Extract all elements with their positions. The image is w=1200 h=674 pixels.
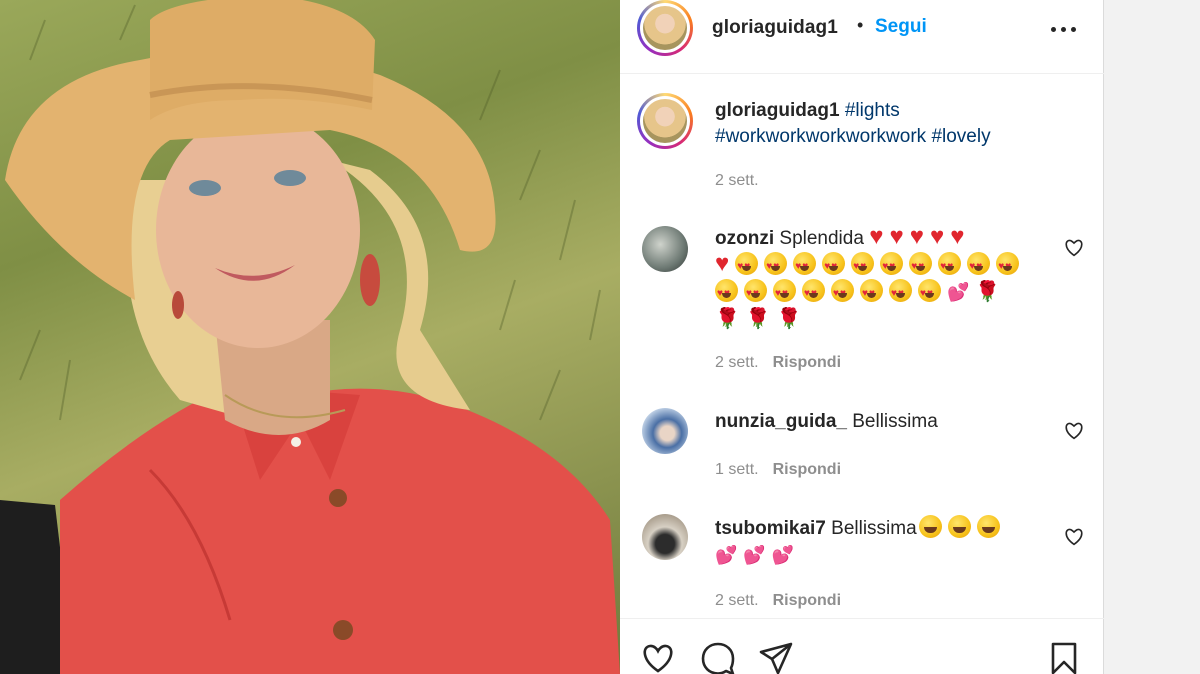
post-side-panel: gloriaguidag1 • Segui gloriaguidag1 #lig… [620, 0, 1104, 674]
comment-text: Bellissima [852, 411, 938, 432]
comment-username[interactable]: tsubomikai7 [715, 518, 826, 539]
comment-time: 2 sett. [715, 354, 759, 371]
hashtag-lights[interactable]: #lights [845, 100, 900, 121]
emoji-red-hearts: ♥ ♥ ♥ ♥ ♥ [869, 223, 965, 250]
comment: nunzia_guida_ Bellissima [715, 409, 1045, 435]
comment-time: 2 sett. [715, 592, 759, 609]
emoji-heart-eyes-row-2: 💕🌹 [715, 279, 1006, 307]
comment-icon[interactable] [700, 641, 736, 674]
emoji-pink-hearts: 💕 💕 💕 [715, 545, 795, 565]
reply-button[interactable]: Rispondi [773, 592, 841, 609]
comment-meta: 2 sett. Rispondi [715, 592, 841, 610]
comment-meta: 2 sett. Rispondi [715, 354, 841, 372]
comment-like-heart-icon[interactable] [1064, 422, 1084, 440]
post-photo[interactable] [0, 0, 620, 674]
comment-time: 1 sett. [715, 461, 759, 478]
comment-like-heart-icon[interactable] [1064, 239, 1084, 257]
bookmark-icon[interactable] [1049, 641, 1079, 674]
comment-like-heart-icon[interactable] [1064, 528, 1084, 546]
hashtag-lovely[interactable]: #lovely [931, 126, 990, 147]
author-username[interactable]: gloriaguidag1 [712, 17, 838, 39]
caption-timestamp: 2 sett. [715, 172, 759, 189]
emoji-heart-eyes-row: ♥ [715, 252, 1025, 280]
heart-icon[interactable] [640, 641, 676, 674]
comment-text: Splendida [779, 228, 864, 249]
reply-button[interactable]: Rispondi [773, 354, 841, 371]
emoji-roses: 🌹 🌹 🌹 [715, 308, 802, 330]
commenter-avatar[interactable] [642, 226, 688, 272]
commenter-avatar[interactable] [642, 408, 688, 454]
post-photo-illustration [0, 0, 620, 674]
comment-meta: 1 sett. Rispondi [715, 461, 841, 479]
post-caption: gloriaguidag1 #lights #workworkworkworkw… [715, 98, 1075, 150]
comment: ozonzi Splendida ♥♥♥♥♥ ♥ 💕🌹 🌹🌹🌹 [715, 223, 1045, 333]
caption-time: 2 sett. [715, 172, 759, 190]
author-avatar[interactable] [637, 0, 693, 56]
comment-username[interactable]: nunzia_guida_ [715, 411, 847, 432]
comment-text: Bellissima [831, 518, 917, 539]
send-icon[interactable] [758, 641, 794, 674]
comment: tsubomikai7 Bellissima 💕 💕 💕 [715, 515, 1045, 569]
caption-username[interactable]: gloriaguidag1 [715, 100, 840, 121]
follow-button[interactable]: Segui [875, 16, 927, 38]
comment-username[interactable]: ozonzi [715, 228, 774, 249]
caption-author-avatar[interactable] [637, 93, 693, 149]
page-background [1104, 0, 1200, 674]
post-header: gloriaguidag1 • Segui [620, 0, 1104, 74]
header-separator: • [857, 15, 864, 35]
hashtag-workwork[interactable]: #workworkworkworkwork [715, 126, 926, 147]
commenter-avatar[interactable] [642, 514, 688, 560]
reply-button[interactable]: Rispondi [773, 461, 841, 478]
post-action-bar [620, 618, 1104, 674]
more-horizontal-icon[interactable] [1051, 12, 1077, 42]
